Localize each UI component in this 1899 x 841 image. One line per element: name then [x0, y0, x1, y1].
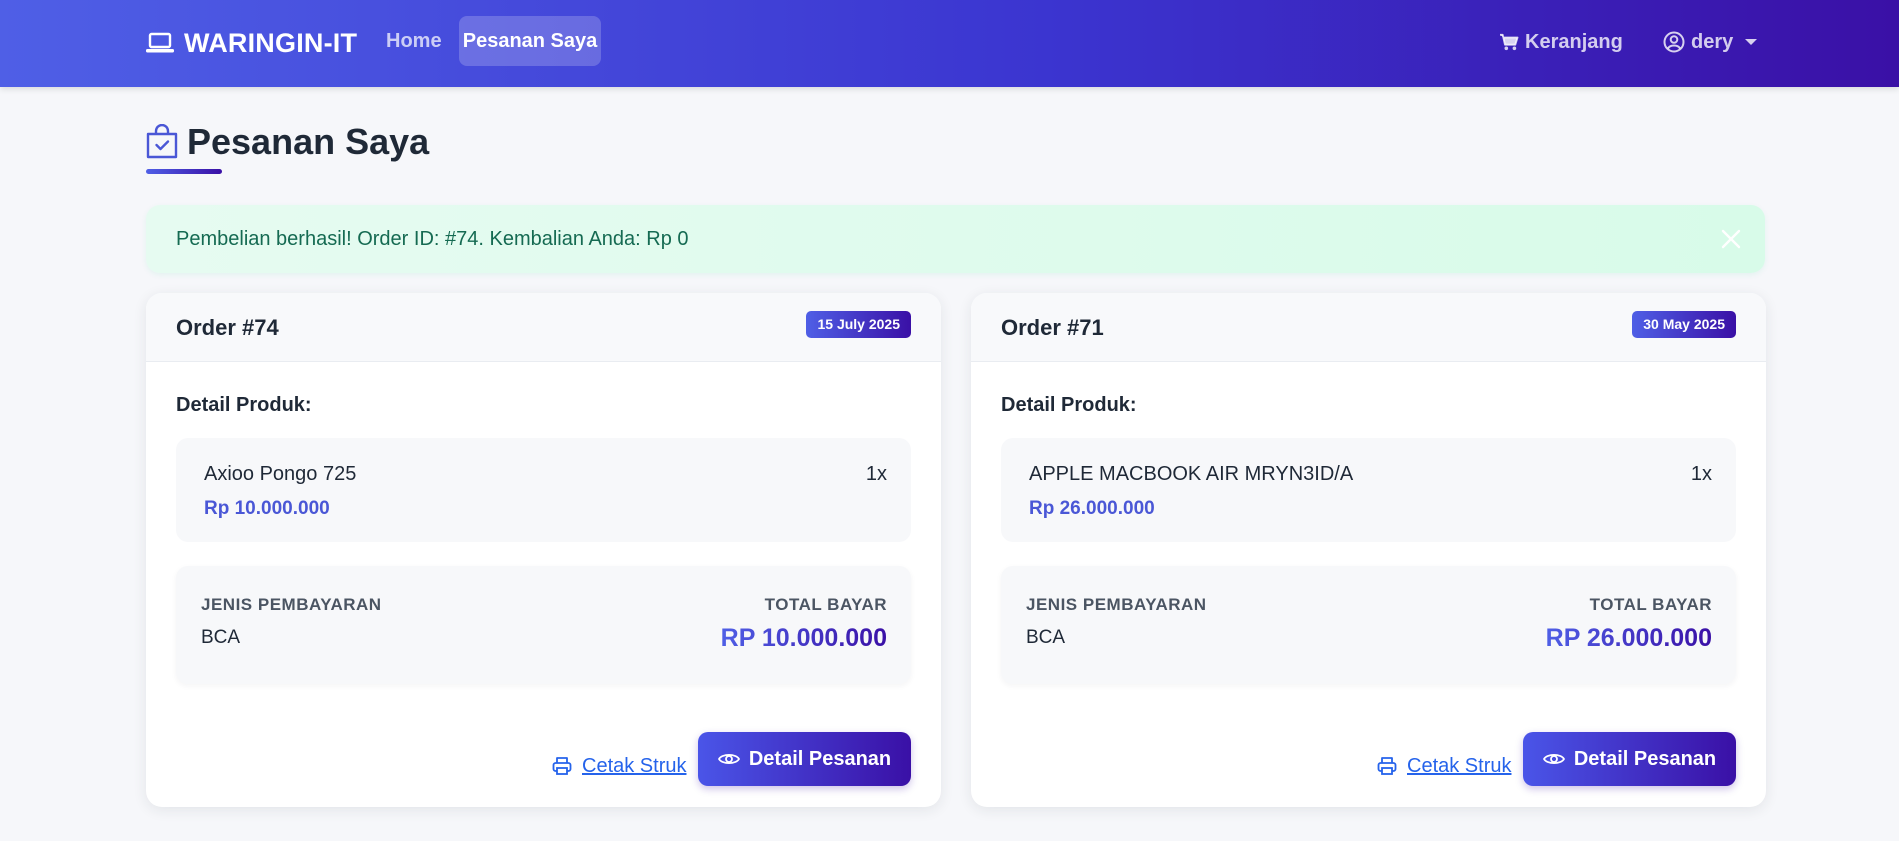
- order-title: Order #71: [1001, 315, 1104, 340]
- navbar: WARINGIN-IT Home Pesanan Saya Keranjang …: [0, 0, 1899, 87]
- success-alert: Pembelian berhasil! Order ID: #74. Kemba…: [146, 205, 1765, 273]
- cart-icon: [1500, 33, 1519, 51]
- product-price: Rp 10.000.000: [204, 498, 330, 519]
- page-title-text: Pesanan Saya: [187, 121, 430, 162]
- close-icon[interactable]: [1715, 223, 1747, 255]
- user-circle-icon: [1663, 31, 1685, 53]
- page-title: Pesanan Saya: [146, 120, 429, 164]
- user-dropdown[interactable]: dery: [1663, 26, 1758, 58]
- order-card-header: Order #71 30 May 2025: [971, 293, 1766, 362]
- detail-pesanan-button[interactable]: Detail Pesanan: [698, 732, 911, 786]
- printer-icon: [1377, 757, 1397, 775]
- brand-link[interactable]: WARINGIN-IT: [146, 25, 357, 61]
- order-card: Order #74 15 July 2025 Detail Produk: Ax…: [146, 293, 941, 807]
- total-value: RP 26.000.000: [1545, 624, 1712, 652]
- payment-summary: JENIS PEMBAYARAN BCA TOTAL BAYAR RP 26.0…: [1001, 566, 1736, 684]
- total-label: TOTAL BAYAR: [764, 595, 887, 614]
- user-name: dery: [1691, 30, 1734, 53]
- payment-summary: JENIS PEMBAYARAN BCA TOTAL BAYAR RP 10.0…: [176, 566, 911, 684]
- detail-pesanan-label: Detail Pesanan: [748, 747, 892, 770]
- order-date-badge: 15 July 2025: [806, 311, 911, 338]
- detail-pesanan-button[interactable]: Detail Pesanan: [1523, 732, 1736, 786]
- order-card: Order #71 30 May 2025 Detail Produk: APP…: [971, 293, 1766, 807]
- detail-produk-label: Detail Produk:: [176, 394, 312, 416]
- total-label: TOTAL BAYAR: [1589, 595, 1712, 614]
- nav-cart[interactable]: Keranjang: [1499, 26, 1623, 58]
- printer-icon: [552, 757, 572, 775]
- laptop-icon: [146, 32, 174, 53]
- brand-name: WARINGIN-IT: [184, 27, 358, 58]
- product-price: Rp 26.000.000: [1029, 498, 1155, 519]
- order-card-header: Order #74 15 July 2025: [146, 293, 941, 362]
- payment-method-value: BCA: [201, 627, 241, 648]
- print-receipt-label: Cetak Struk: [1407, 754, 1512, 777]
- payment-method-label: JENIS PEMBAYARAN: [201, 595, 382, 614]
- product-item: Axioo Pongo 725 1x Rp 10.000.000: [176, 438, 911, 542]
- product-name: Axioo Pongo 725: [204, 463, 357, 485]
- detail-pesanan-label: Detail Pesanan: [1573, 747, 1717, 770]
- print-receipt-link[interactable]: Cetak Struk: [552, 751, 686, 781]
- nav-home[interactable]: Home: [376, 16, 452, 66]
- total-value: RP 10.000.000: [720, 624, 887, 652]
- title-underline: [146, 169, 222, 174]
- product-qty: 1x: [865, 463, 887, 485]
- order-date-badge: 30 May 2025: [1632, 311, 1736, 338]
- payment-method-value: BCA: [1026, 627, 1066, 648]
- chevron-down-icon: [1745, 39, 1758, 45]
- print-receipt-link[interactable]: Cetak Struk: [1377, 751, 1511, 781]
- print-receipt-label: Cetak Struk: [582, 754, 687, 777]
- nav-pesanan-saya[interactable]: Pesanan Saya: [459, 16, 601, 66]
- product-qty: 1x: [1690, 463, 1712, 485]
- eye-icon: [1542, 753, 1565, 765]
- alert-message: Pembelian berhasil! Order ID: #74. Kemba…: [176, 228, 689, 250]
- shopping-bag-check-icon: [146, 124, 178, 159]
- product-item: APPLE MACBOOK AIR MRYN3ID/A 1x Rp 26.000…: [1001, 438, 1736, 542]
- eye-icon: [717, 753, 740, 765]
- product-name: APPLE MACBOOK AIR MRYN3ID/A: [1029, 463, 1354, 485]
- nav-cart-label: Keranjang: [1525, 30, 1623, 53]
- order-title: Order #74: [176, 315, 279, 340]
- detail-produk-label: Detail Produk:: [1001, 394, 1137, 416]
- payment-method-label: JENIS PEMBAYARAN: [1026, 595, 1207, 614]
